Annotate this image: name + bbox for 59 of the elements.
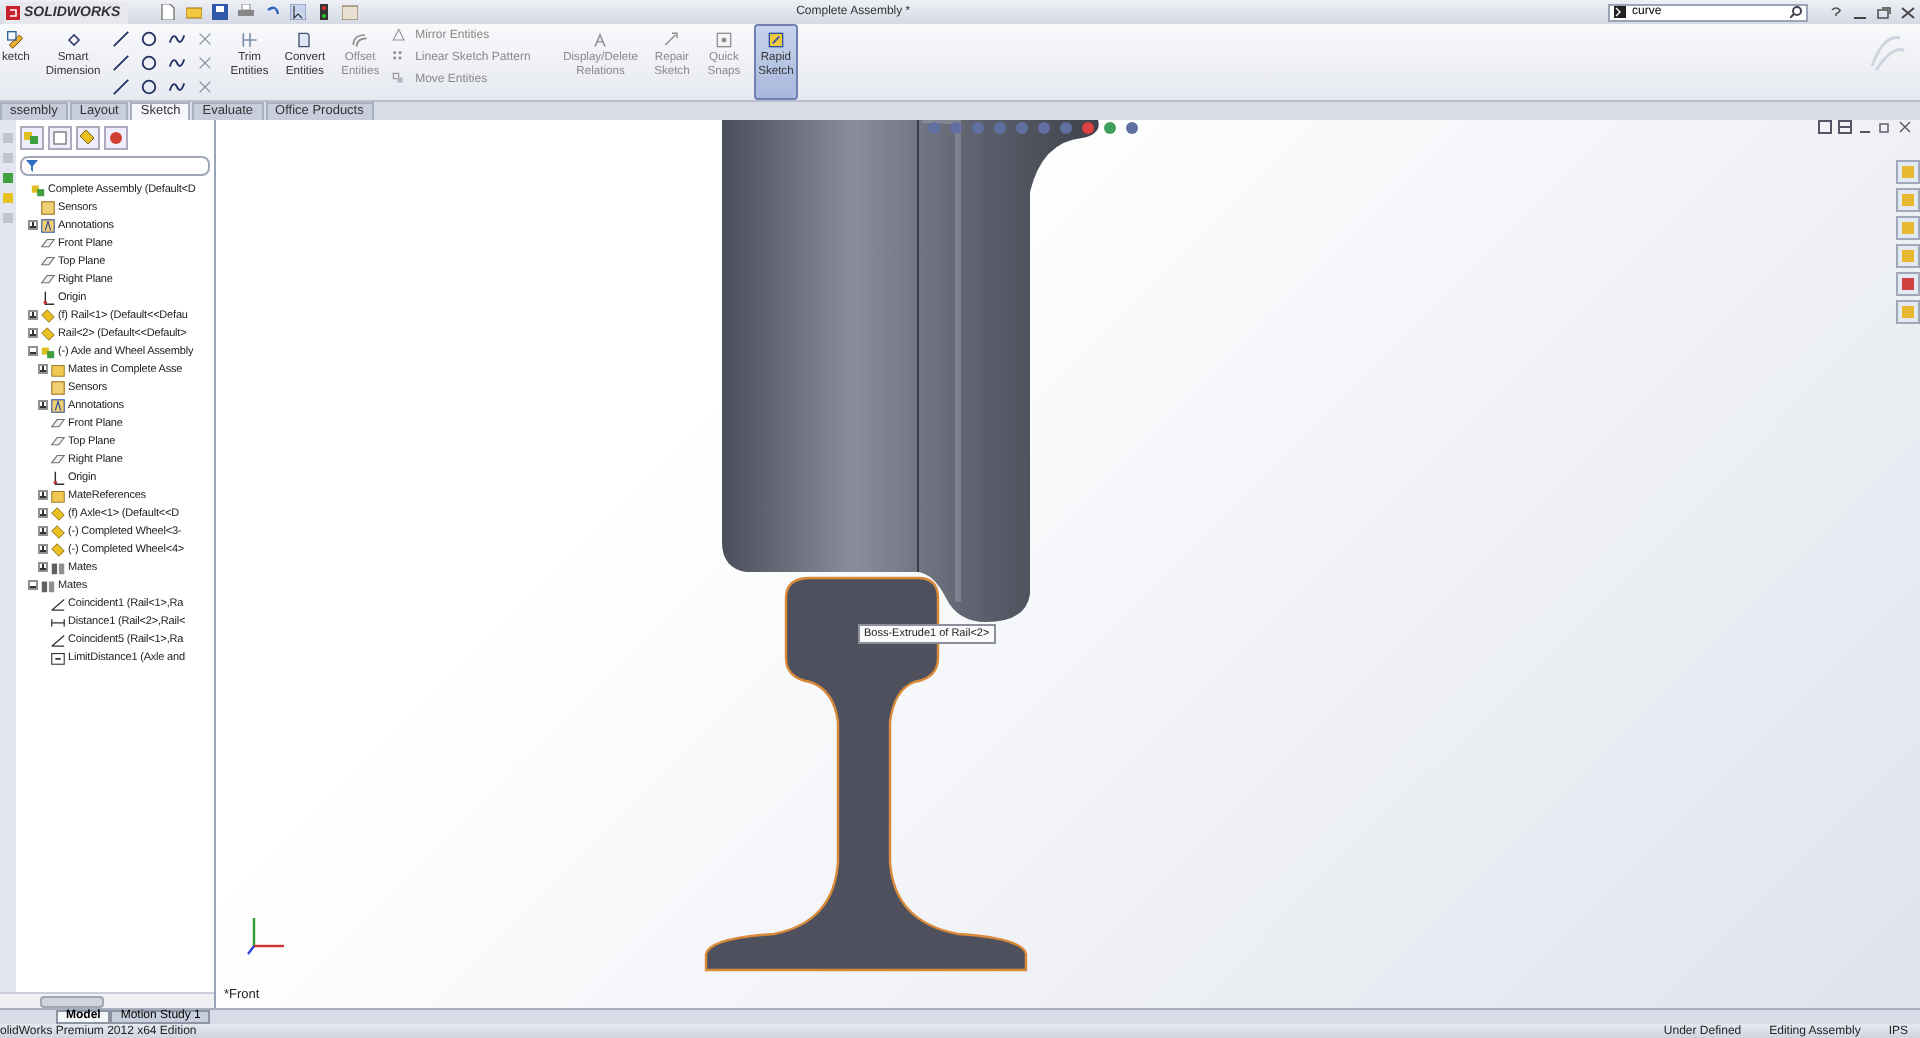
print-icon[interactable] <box>238 4 255 20</box>
split-horizontal-icon[interactable] <box>1838 120 1852 134</box>
traffic-light-icon[interactable] <box>316 4 333 20</box>
expand-toggle[interactable] <box>38 364 48 374</box>
annotation-icon <box>50 397 66 413</box>
repair-icon <box>661 30 682 50</box>
feature-manager-icon[interactable] <box>20 126 44 150</box>
origin-icon <box>50 469 66 485</box>
close-icon[interactable] <box>1898 120 1912 134</box>
close-icon[interactable] <box>1900 5 1916 19</box>
search-icon[interactable] <box>1790 6 1802 18</box>
expand-toggle[interactable] <box>28 310 38 320</box>
expand-toggle[interactable] <box>38 544 48 554</box>
restore-icon[interactable] <box>1878 120 1892 134</box>
assembly-icon <box>30 181 46 197</box>
save-icon[interactable] <box>212 4 229 20</box>
annotation-icon <box>40 217 56 233</box>
coincident-icon <box>50 595 66 611</box>
filter-field[interactable] <box>20 156 210 176</box>
split-view-icon[interactable] <box>1818 120 1832 134</box>
relations-icon <box>590 30 611 50</box>
dimension-icon <box>63 30 84 50</box>
new-document-icon[interactable] <box>160 4 177 20</box>
trim-icon <box>239 30 260 50</box>
assembly-icon <box>40 343 56 359</box>
rapid-icon <box>765 30 786 50</box>
undo-icon[interactable] <box>264 4 281 20</box>
snaps-icon <box>713 30 734 50</box>
restore-icon[interactable] <box>1876 5 1892 19</box>
filter-icon[interactable] <box>26 160 40 172</box>
convert-icon <box>294 30 315 50</box>
sketch-icon <box>5 30 26 50</box>
distance-icon <box>50 613 66 629</box>
offset-icon <box>350 30 371 50</box>
expand-toggle[interactable] <box>28 346 38 356</box>
coincident-icon <box>50 631 66 647</box>
expand-toggle[interactable] <box>28 220 38 230</box>
limit-icon <box>50 649 66 665</box>
mirror-icon <box>391 28 408 44</box>
property-manager-icon[interactable] <box>48 126 72 150</box>
expand-toggle[interactable] <box>38 400 48 410</box>
expand-toggle[interactable] <box>38 508 48 518</box>
select-icon[interactable] <box>290 4 307 20</box>
command-prompt-icon[interactable] <box>1614 6 1626 18</box>
axis-triad-icon <box>244 912 288 956</box>
expand-toggle[interactable] <box>28 580 38 590</box>
origin-icon <box>40 289 56 305</box>
sensor-icon <box>50 379 66 395</box>
expand-toggle[interactable] <box>38 526 48 536</box>
expand-toggle[interactable] <box>38 490 48 500</box>
move-icon <box>391 72 408 88</box>
sensor-icon <box>40 199 56 215</box>
horizontal-scrollbar[interactable] <box>0 992 214 1008</box>
expand-toggle[interactable] <box>38 562 48 572</box>
configuration-icon[interactable] <box>76 126 100 150</box>
display-manager-icon[interactable] <box>104 126 128 150</box>
expand-toggle[interactable] <box>28 328 38 338</box>
help-icon[interactable] <box>1828 5 1844 19</box>
logo-icon <box>6 5 20 19</box>
